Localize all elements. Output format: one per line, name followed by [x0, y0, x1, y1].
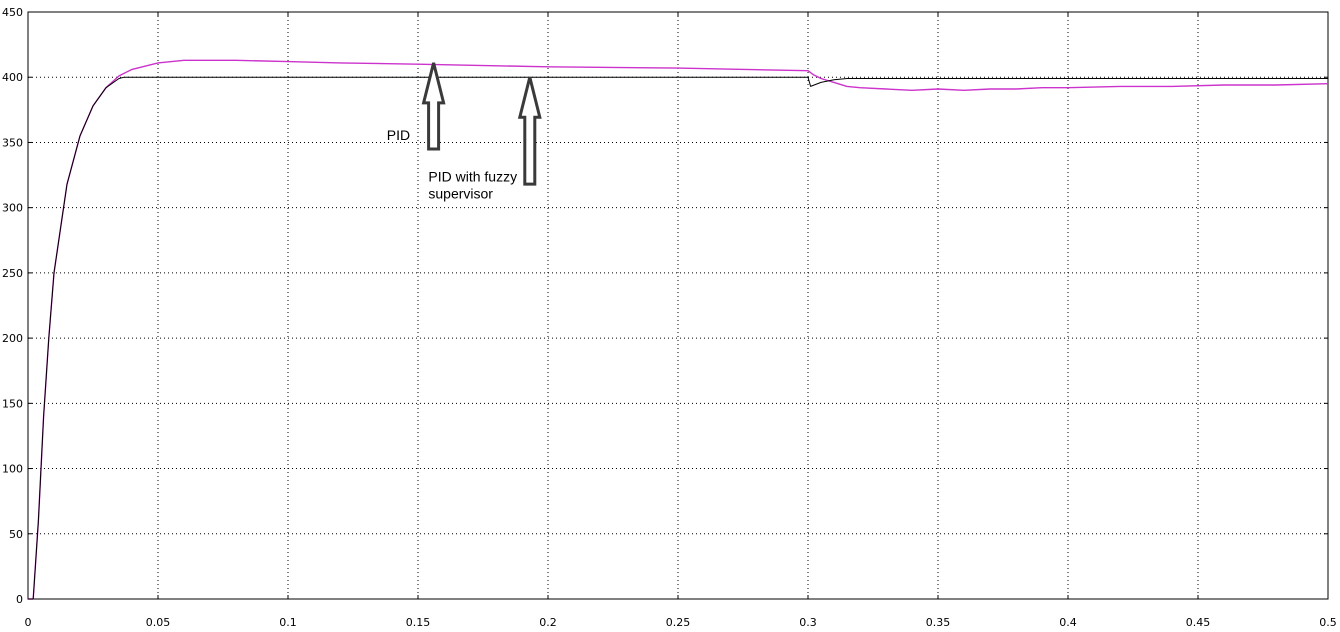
x-tick-label: 0.05: [146, 616, 171, 629]
x-tick-label: 0: [25, 616, 32, 629]
x-tick-label: 0.2: [539, 616, 557, 629]
x-tick-label: 0.5: [1319, 616, 1337, 629]
y-tick-label: 100: [2, 463, 23, 476]
annotation-label-fuzzy-1: PID with fuzzy: [428, 169, 517, 185]
y-tick-label: 200: [2, 332, 23, 345]
x-tick-label: 0.1: [279, 616, 297, 629]
y-tick-label: 450: [2, 6, 23, 19]
y-tick-label: 150: [2, 397, 23, 410]
x-tick-label: 0.3: [799, 616, 817, 629]
plot-area: 0 0.05 0.1 0.15 0.2 0.25 0.3 0.35 0.4 0.45 0.5 0 50 1…: [2, 6, 1337, 629]
y-tick-label: 300: [2, 202, 23, 215]
y-tick-label: 50: [9, 528, 23, 541]
y-tick-label: 400: [2, 71, 23, 84]
annotation-label-pid: PID: [387, 127, 410, 143]
x-tick-label: 0.25: [666, 616, 691, 629]
x-tick-label: 0.35: [926, 616, 951, 629]
y-tick-label: 250: [2, 267, 23, 280]
x-tick-label: 0.15: [406, 616, 431, 629]
y-tick-label: 0: [16, 593, 23, 606]
annotation-label-fuzzy-2: supervisor: [428, 186, 493, 202]
x-tick-label: 0.45: [1186, 616, 1211, 629]
y-tick-label: 350: [2, 136, 23, 149]
x-tick-label: 0.4: [1059, 616, 1077, 629]
